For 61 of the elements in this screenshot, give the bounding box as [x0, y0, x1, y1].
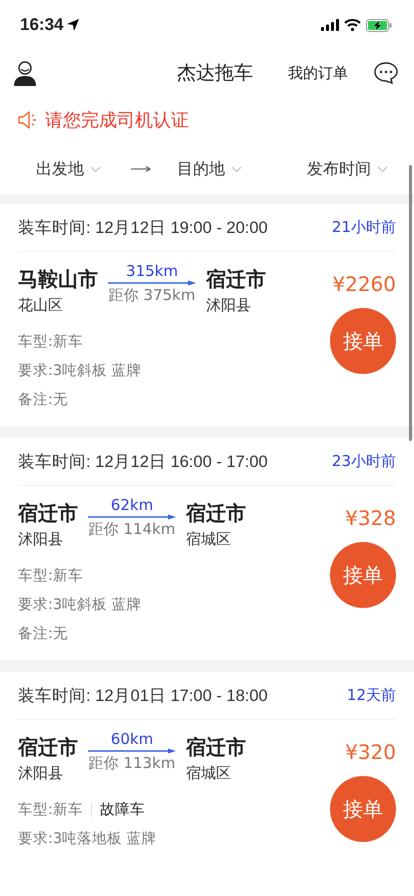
destination-city: 宿迁市 — [186, 734, 246, 761]
origin-district: 沭阳县 — [18, 530, 64, 549]
origin-city: 马鞍山市 — [18, 266, 98, 293]
battery-icon — [366, 18, 392, 32]
posted-time: 12天前 — [346, 686, 396, 705]
posted-time: 21小时前 — [332, 218, 396, 237]
remark: 备注:无 — [18, 625, 68, 643]
requirement: 要求:3吨斜板 蓝牌 — [18, 596, 142, 614]
chevron-down-icon — [90, 166, 101, 172]
vehicle-type: 车型:新车 — [18, 800, 83, 819]
requirement: 要求:3吨斜板 蓝牌 — [18, 362, 142, 380]
route-distance: 315km — [126, 262, 178, 280]
destination-city: 宿迁市 — [206, 266, 266, 293]
accept-order-button[interactable]: 接单 — [330, 542, 396, 608]
scrollbar[interactable] — [409, 165, 412, 441]
origin-city: 宿迁市 — [18, 500, 78, 527]
destination-district: 沭阳县 — [206, 296, 252, 315]
distance-to-you: 距你 114km — [88, 520, 176, 539]
app-title: 杰达拖车 — [177, 61, 253, 86]
chat-bubble-icon — [374, 62, 398, 84]
right-arrow-icon — [131, 166, 151, 172]
destination-district: 宿城区 — [186, 764, 232, 783]
posted-time: 23小时前 — [332, 452, 396, 471]
filter-dropdown[interactable]: 目的地 — [177, 158, 242, 180]
speaker-icon — [18, 110, 38, 130]
wifi-icon — [344, 19, 361, 31]
vehicle-type: 车型:新车 — [18, 566, 83, 585]
route-arrow-icon — [108, 280, 196, 286]
route-arrow-icon — [88, 514, 176, 520]
filter-dropdown[interactable]: 出发地 — [36, 158, 101, 180]
destination-district: 宿城区 — [186, 530, 232, 549]
load-time: 装车时间: 12月12日 19:00 - 20:00 — [18, 218, 268, 238]
route-distance: 62km — [110, 496, 154, 514]
signal-icon — [321, 19, 339, 31]
price: ¥320 — [345, 740, 396, 764]
remark: 备注:无 — [18, 391, 68, 409]
price: ¥2260 — [332, 272, 396, 296]
load-time: 装车时间: 12月12日 16:00 - 17:00 — [18, 452, 268, 472]
location-arrow-icon — [66, 18, 80, 32]
chevron-down-icon — [231, 166, 242, 172]
accept-order-button[interactable]: 接单 — [330, 308, 396, 374]
accept-order-button[interactable]: 接单 — [330, 776, 396, 842]
profile-icon — [14, 60, 36, 86]
origin-district: 花山区 — [18, 296, 64, 315]
price: ¥328 — [345, 506, 396, 530]
requirement: 要求:3吨落地板 蓝牌 — [18, 830, 157, 848]
status-time: 16:34 — [20, 15, 64, 35]
origin-district: 沭阳县 — [18, 764, 64, 783]
route-distance: 60km — [110, 730, 154, 748]
load-time: 装车时间: 12月01日 17:00 - 18:00 — [18, 686, 268, 706]
my-orders-link[interactable]: 我的订单 — [288, 64, 348, 82]
distance-to-you: 距你 375km — [108, 286, 196, 305]
vehicle-tag: 故障车 — [100, 800, 145, 819]
filter-dropdown[interactable]: 发布时间 — [307, 158, 388, 180]
distance-to-you: 距你 113km — [88, 754, 176, 773]
notice-text: 请您完成司机认证 — [45, 109, 189, 132]
origin-city: 宿迁市 — [18, 734, 78, 761]
route-arrow-icon — [88, 748, 176, 754]
destination-city: 宿迁市 — [186, 500, 246, 527]
chevron-down-icon — [377, 166, 388, 172]
vehicle-type: 车型:新车 — [18, 332, 83, 351]
